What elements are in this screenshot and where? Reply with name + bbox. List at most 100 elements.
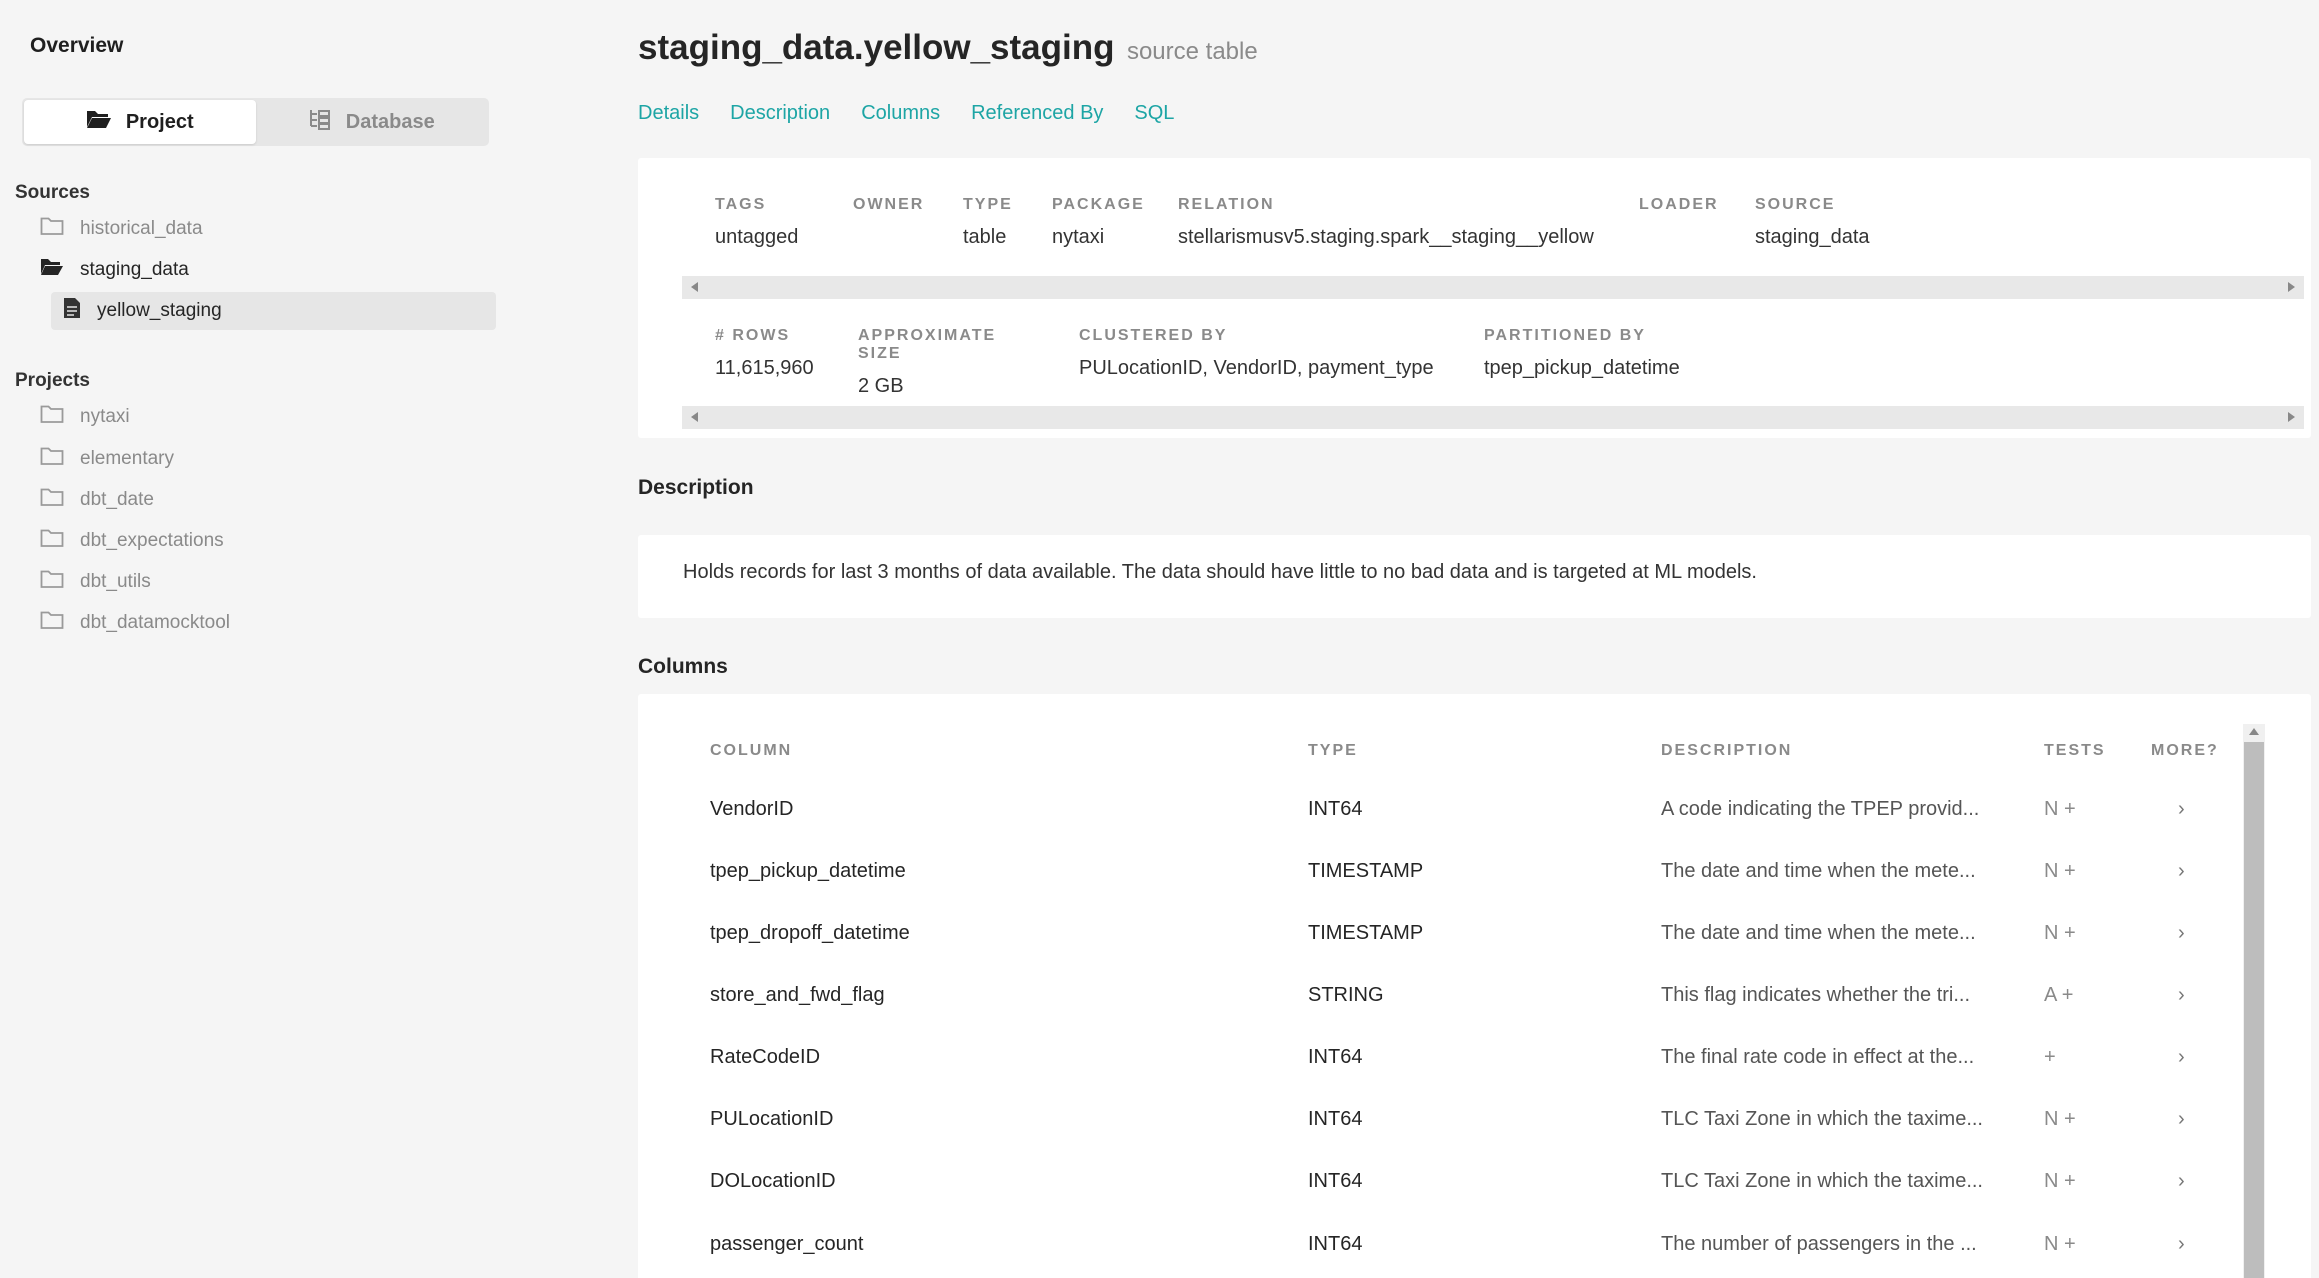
- meta-value: untagged: [715, 226, 799, 248]
- meta-label: PACKAGE: [1052, 196, 1145, 213]
- column-tests[interactable]: N +: [2044, 856, 2076, 886]
- details-row-1: TAGS untagged OWNER TYPE table PACKAGE n…: [715, 196, 1912, 249]
- tab-details[interactable]: Details: [638, 102, 699, 125]
- meta-value: 2 GB: [858, 375, 904, 397]
- scroll-right-icon[interactable]: [2288, 412, 2295, 422]
- column-tests[interactable]: +: [2044, 1042, 2056, 1072]
- meta-type: TYPE table: [963, 196, 1011, 249]
- meta-label: CLUSTERED BY: [1079, 327, 1228, 344]
- document-icon: [63, 297, 81, 325]
- project-item-label: dbt_utils: [80, 571, 151, 592]
- database-tab-button[interactable]: Database: [256, 100, 488, 144]
- chevron-right-icon[interactable]: ›: [2178, 980, 2185, 1010]
- sources-title: Sources: [15, 182, 90, 203]
- meta-label: TAGS: [715, 196, 767, 213]
- source-item-staging-data[interactable]: staging_data: [40, 251, 189, 289]
- chevron-right-icon[interactable]: ›: [2178, 856, 2185, 886]
- project-item-dbt-datamocktool[interactable]: dbt_datamocktool: [40, 604, 230, 642]
- folder-open-icon: [86, 108, 112, 136]
- column-tests[interactable]: N +: [2044, 1104, 2076, 1134]
- tab-columns[interactable]: Columns: [861, 102, 940, 125]
- column-header-tests: TESTS: [2044, 742, 2106, 759]
- meta-approximate-size: APPROXIMATE SIZE 2 GB: [858, 327, 1037, 398]
- table-row[interactable]: store_and_fwd_flag STRING This flag indi…: [638, 980, 2238, 1042]
- meta-value: 11,615,960: [715, 357, 814, 379]
- tab-description[interactable]: Description: [730, 102, 830, 125]
- projects-title: Projects: [15, 370, 90, 391]
- meta-value: table: [963, 226, 1007, 248]
- tab-sql[interactable]: SQL: [1134, 102, 1174, 125]
- table-row[interactable]: RateCodeID INT64 The final rate code in …: [638, 1042, 2238, 1104]
- columns-heading: Columns: [638, 655, 728, 678]
- column-tests[interactable]: A +: [2044, 980, 2073, 1010]
- column-name: PULocationID: [710, 1108, 834, 1130]
- chevron-right-icon[interactable]: ›: [2178, 1104, 2185, 1134]
- chevron-right-icon[interactable]: ›: [2178, 918, 2185, 948]
- source-item-historical-data[interactable]: historical_data: [40, 210, 203, 248]
- folder-icon: [40, 216, 64, 242]
- project-tab-button[interactable]: Project: [24, 100, 256, 144]
- chevron-right-icon[interactable]: ›: [2178, 1042, 2185, 1072]
- table-row[interactable]: passenger_count INT64 The number of pass…: [638, 1229, 2238, 1278]
- column-description: The date and time when the mete...: [1661, 860, 1976, 882]
- project-item-label: dbt_date: [80, 489, 154, 510]
- column-description: TLC Taxi Zone in which the taxime...: [1661, 1108, 1983, 1130]
- project-item-dbt-expectations[interactable]: dbt_expectations: [40, 522, 224, 560]
- chevron-right-icon[interactable]: ›: [2178, 794, 2185, 824]
- details-horizontal-scrollbar-2[interactable]: [682, 406, 2304, 429]
- scrollbar-thumb[interactable]: [2244, 742, 2264, 1278]
- columns-table: COLUMN TYPE DESCRIPTION TESTS MORE? Vend…: [638, 694, 2311, 1278]
- meta-clustered-by: CLUSTERED BY PULocationID, VendorID, pay…: [1079, 327, 1442, 398]
- scroll-left-icon[interactable]: [691, 282, 698, 292]
- column-tests[interactable]: N +: [2044, 1229, 2076, 1259]
- table-row[interactable]: tpep_pickup_datetime TIMESTAMP The date …: [638, 856, 2238, 918]
- columns-vertical-scrollbar[interactable]: [2243, 724, 2265, 1278]
- scroll-left-icon[interactable]: [691, 412, 698, 422]
- meta-value: PULocationID, VendorID, payment_type: [1079, 357, 1434, 379]
- project-item-nytaxi[interactable]: nytaxi: [40, 398, 130, 436]
- details-horizontal-scrollbar[interactable]: [682, 276, 2304, 299]
- column-tests[interactable]: N +: [2044, 1166, 2076, 1196]
- column-type: INT64: [1308, 1233, 1363, 1255]
- column-header-description: DESCRIPTION: [1661, 742, 1793, 759]
- table-row[interactable]: DOLocationID INT64 TLC Taxi Zone in whic…: [638, 1166, 2238, 1228]
- description-heading: Description: [638, 476, 754, 499]
- source-item-yellow-staging[interactable]: yellow_staging: [51, 292, 496, 330]
- meta-partitioned-by: PARTITIONED BY tpep_pickup_datetime: [1484, 327, 1680, 398]
- database-tab-label: Database: [345, 110, 435, 133]
- section-tabs: Details Description Columns Referenced B…: [638, 102, 1174, 125]
- project-tab-label: Project: [125, 110, 194, 133]
- project-item-label: dbt_expectations: [80, 530, 224, 551]
- meta-value: tpep_pickup_datetime: [1484, 357, 1680, 379]
- meta-label: # ROWS: [715, 327, 791, 344]
- page-subtitle: source table: [1126, 38, 1258, 65]
- column-tests[interactable]: N +: [2044, 794, 2076, 824]
- table-row[interactable]: PULocationID INT64 TLC Taxi Zone in whic…: [638, 1104, 2238, 1166]
- table-row[interactable]: tpep_dropoff_datetime TIMESTAMP The date…: [638, 918, 2238, 980]
- column-name: tpep_pickup_datetime: [710, 860, 906, 882]
- column-header-column: COLUMN: [710, 742, 793, 759]
- project-item-dbt-date[interactable]: dbt_date: [40, 481, 154, 519]
- project-item-elementary[interactable]: elementary: [40, 440, 174, 478]
- meta-source: SOURCE staging_data: [1755, 196, 1870, 249]
- meta-label: APPROXIMATE SIZE: [858, 327, 997, 362]
- column-name: tpep_dropoff_datetime: [710, 922, 910, 944]
- details-row-2: # ROWS 11,615,960 APPROXIMATE SIZE 2 GB …: [715, 327, 1722, 398]
- overview-title[interactable]: Overview: [30, 34, 123, 58]
- view-switch: Project Database: [22, 98, 489, 146]
- tab-referenced-by[interactable]: Referenced By: [971, 102, 1103, 125]
- chevron-right-icon[interactable]: ›: [2178, 1166, 2185, 1196]
- folder-open-icon: [40, 257, 64, 283]
- table-row[interactable]: VendorID INT64 A code indicating the TPE…: [638, 794, 2238, 856]
- column-name: store_and_fwd_flag: [710, 984, 885, 1006]
- column-tests[interactable]: N +: [2044, 918, 2076, 948]
- project-item-dbt-utils[interactable]: dbt_utils: [40, 563, 151, 601]
- scroll-right-icon[interactable]: [2288, 282, 2295, 292]
- scroll-up-icon[interactable]: [2249, 728, 2259, 735]
- project-item-label: dbt_datamocktool: [80, 612, 230, 633]
- chevron-right-icon[interactable]: ›: [2178, 1229, 2185, 1259]
- meta-label: SOURCE: [1755, 196, 1836, 213]
- meta-label: RELATION: [1178, 196, 1275, 213]
- description-card: Holds records for last 3 months of data …: [638, 535, 2311, 618]
- source-item-label: yellow_staging: [97, 300, 222, 321]
